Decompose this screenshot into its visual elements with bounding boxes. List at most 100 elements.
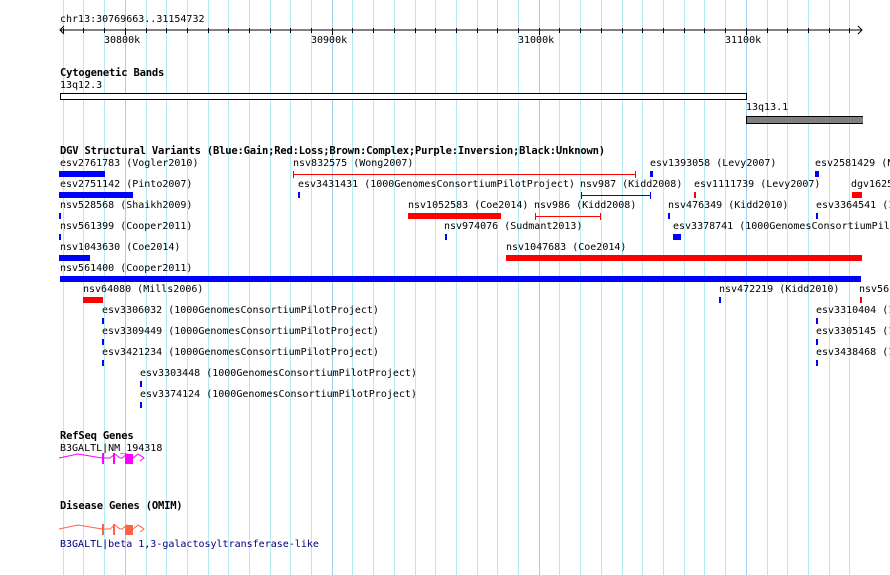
dgv-feature-gain[interactable]: [140, 381, 142, 387]
omim-gene-glyph[interactable]: [58, 523, 148, 537]
dgv-feature-loss[interactable]: [852, 192, 862, 198]
grid-line: [497, 0, 498, 575]
dgv-feature-label[interactable]: esv2751142 (Pinto2007): [60, 179, 192, 190]
ruler-tick: [166, 28, 167, 33]
dgv-feature-label[interactable]: esv3303448 (1000GenomesConsortiumPilotPr…: [140, 368, 417, 379]
dgv-feature-gain[interactable]: [673, 234, 681, 240]
dgv-feature-gain[interactable]: [59, 255, 90, 261]
dgv-feature-gain[interactable]: [59, 234, 61, 240]
dgv-feature-gain[interactable]: [815, 171, 819, 177]
dgv-feature-gain[interactable]: [668, 213, 670, 219]
dgv-feature-label[interactable]: esv1393058 (Levy2007): [650, 158, 776, 169]
dgv-feature-label[interactable]: esv2581429 (N: [815, 158, 890, 169]
dgv-feature-label[interactable]: esv3431431 (1000GenomesConsortiumPilotPr…: [298, 179, 575, 190]
dgv-feature-label[interactable]: nsv56: [859, 284, 889, 295]
grid-line: [580, 0, 581, 575]
grid-line: [208, 0, 209, 575]
ruler-tick: [208, 28, 209, 33]
dgv-feature-gain[interactable]: [59, 192, 133, 198]
dgv-feature-label[interactable]: nsv986 (Kidd2008): [534, 200, 636, 211]
refseq-gene-glyph[interactable]: [58, 452, 148, 466]
dgv-feature-loss[interactable]: [408, 213, 501, 219]
grid-line: [684, 0, 685, 575]
dgv-feature-loss[interactable]: [860, 297, 862, 303]
dgv-feature-label[interactable]: nsv476349 (Kidd2010): [668, 200, 788, 211]
cytoband-13q12-3[interactable]: [60, 93, 747, 100]
dgv-feature-gain[interactable]: [816, 213, 818, 219]
grid-line: [352, 0, 353, 575]
dgv-feature-label[interactable]: esv3305145 (1: [816, 326, 890, 337]
dgv-feature-loss[interactable]: [535, 213, 601, 220]
dgv-feature-label[interactable]: esv3378741 (1000GenomesConsortiumPilo: [673, 221, 890, 232]
omim-gene-label[interactable]: B3GALTL|beta 1,3-galactosyltransferase-l…: [60, 539, 319, 550]
dgv-feature-label[interactable]: esv3374124 (1000GenomesConsortiumPilotPr…: [140, 389, 417, 400]
dgv-feature-label[interactable]: nsv1043630 (Coe2014): [60, 242, 180, 253]
dgv-feature-loss[interactable]: [83, 297, 103, 303]
dgv-feature-label[interactable]: nsv472219 (Kidd2010): [719, 284, 839, 295]
ruler-tick: [580, 28, 581, 33]
ruler-tick: [767, 28, 768, 33]
track-title-refseq[interactable]: RefSeq Genes: [60, 430, 134, 442]
dgv-feature-label[interactable]: nsv974076 (Sudmant2013): [444, 221, 582, 232]
dgv-feature-gain[interactable]: [719, 297, 721, 303]
grid-line: [249, 0, 250, 575]
ruler-tick: [270, 28, 271, 33]
ruler-tick: [63, 28, 64, 33]
ruler-tick-label: 31100k: [725, 35, 762, 46]
dgv-feature-label[interactable]: nsv832575 (Wong2007): [293, 158, 413, 169]
dgv-feature-label[interactable]: esv3421234 (1000GenomesConsortiumPilotPr…: [102, 347, 379, 358]
ruler-tick: [746, 28, 747, 35]
dgv-feature-gain[interactable]: [816, 339, 818, 345]
dgv-feature-gain[interactable]: [102, 339, 104, 345]
cytoband-13q13-1[interactable]: [746, 116, 863, 124]
dgv-feature-gain[interactable]: [102, 318, 104, 324]
dgv-feature-gain[interactable]: [445, 234, 447, 240]
grid-line: [704, 0, 705, 575]
dgv-feature-label[interactable]: esv3310404 (1: [816, 305, 890, 316]
track-title-dgv[interactable]: DGV Structural Variants (Blue:Gain;Red:L…: [60, 145, 605, 157]
dgv-feature-label[interactable]: esv2761783 (Vogler2010): [60, 158, 198, 169]
grid-line: [290, 0, 291, 575]
ruler-tick: [725, 28, 726, 33]
ruler-tick: [125, 28, 126, 35]
grid-line: [394, 0, 395, 575]
grid-line: [642, 0, 643, 575]
ruler-tick: [642, 28, 643, 33]
grid-line: [477, 0, 478, 575]
dgv-feature-label[interactable]: esv3438468 (1: [816, 347, 890, 358]
track-title-cytogenetic-bands[interactable]: Cytogenetic Bands: [60, 67, 164, 79]
grid-line: [270, 0, 271, 575]
dgv-feature-gain[interactable]: [60, 276, 861, 282]
track-title-omim[interactable]: Disease Genes (OMIM): [60, 500, 183, 512]
dgv-feature-gain[interactable]: [140, 402, 142, 408]
dgv-feature-label[interactable]: nsv561399 (Cooper2011): [60, 221, 192, 232]
dgv-feature-label[interactable]: nsv561400 (Cooper2011): [60, 263, 192, 274]
dgv-feature-loss[interactable]: [694, 192, 696, 198]
band-label: 13q13.1: [746, 102, 789, 113]
dgv-feature-gain[interactable]: [102, 360, 104, 366]
dgv-feature-label[interactable]: nsv1047683 (Coe2014): [506, 242, 626, 253]
ruler-tick: [849, 28, 850, 33]
dgv-feature-label[interactable]: dgv1625: [851, 179, 890, 190]
dgv-feature-label[interactable]: esv3309449 (1000GenomesConsortiumPilotPr…: [102, 326, 379, 337]
dgv-feature-label[interactable]: esv1111739 (Levy2007): [694, 179, 820, 190]
ruler-tick: [559, 28, 560, 33]
dgv-feature-gain[interactable]: [298, 192, 300, 198]
dgv-feature-label[interactable]: nsv64080 (Mills2006): [83, 284, 203, 295]
dgv-feature-gain[interactable]: [816, 318, 818, 324]
dgv-feature-gain[interactable]: [59, 171, 105, 177]
ruler-tick: [829, 28, 830, 33]
dgv-feature-label[interactable]: esv3364541 (1: [816, 200, 890, 211]
dgv-feature-loss[interactable]: [506, 255, 862, 261]
dgv-feature-label[interactable]: nsv1052583 (Coe2014): [408, 200, 528, 211]
dgv-feature-label[interactable]: nsv528568 (Shaikh2009): [60, 200, 192, 211]
dgv-feature-loss[interactable]: [293, 171, 636, 178]
ruler-tick: [228, 28, 229, 33]
dgv-feature-gain[interactable]: [59, 213, 61, 219]
dgv-feature-gain[interactable]: [816, 360, 818, 366]
dgv-feature-label[interactable]: nsv987 (Kidd2008): [580, 179, 682, 190]
dgv-feature-gain[interactable]: [650, 171, 653, 177]
grid-line: [601, 0, 602, 575]
dgv-feature-gain[interactable]: [581, 192, 651, 199]
dgv-feature-label[interactable]: esv3306032 (1000GenomesConsortiumPilotPr…: [102, 305, 379, 316]
